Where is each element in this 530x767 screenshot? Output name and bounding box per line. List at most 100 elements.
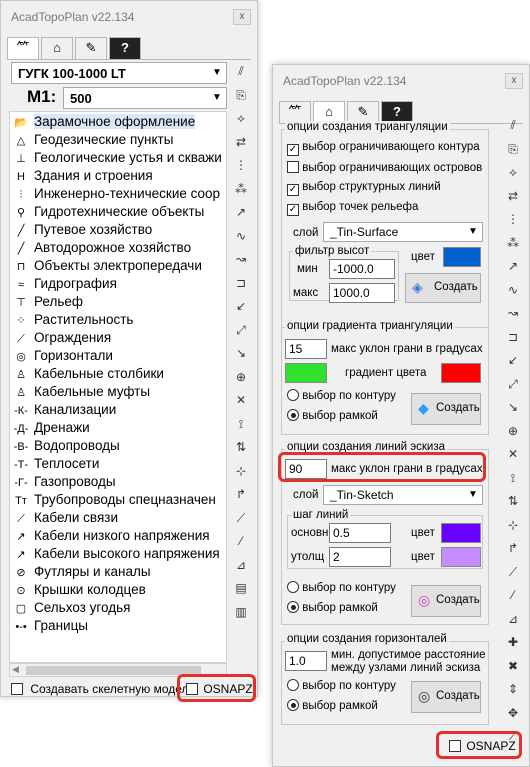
curve-icon[interactable]: ∿ (231, 226, 251, 246)
resize-icon[interactable]: ⤢ (231, 320, 251, 340)
list-item[interactable]: •-• Границы (12, 618, 88, 636)
list-item[interactable]: 📂 Зарамочное оформление (12, 114, 196, 132)
sketch-radio-contour-row[interactable]: выбор по контуру (287, 581, 396, 594)
list-item[interactable]: -Т- Теплосети (12, 456, 99, 474)
scroll-left-icon[interactable]: ◀ (12, 664, 19, 675)
tab-house-icon[interactable]: ⌂ (41, 37, 73, 59)
sort-icon[interactable]: ⇅ (231, 437, 251, 457)
m-select[interactable]: 500 ▼ (63, 87, 227, 109)
cb-contour[interactable]: ✓ (287, 144, 299, 156)
thick-color-swatch[interactable] (441, 547, 481, 567)
list-item[interactable]: ≈ Гидрография (12, 276, 117, 294)
tab-help-icon[interactable]: ? (109, 37, 141, 59)
main-color-swatch[interactable] (441, 523, 481, 543)
plus-icon[interactable]: ✚ (503, 632, 523, 652)
table-icon[interactable]: ▤ (231, 578, 251, 598)
list-item[interactable]: ♙ Кабельные столбики (12, 366, 164, 384)
grid-icon[interactable]: ⊹ (231, 461, 251, 481)
swap-icon[interactable]: ⇄ (503, 186, 523, 206)
skeleton-checkbox-row[interactable]: Создавать скелетную модель (11, 682, 195, 696)
hatch-icon[interactable]: ⫽ (503, 115, 523, 135)
scatter-icon[interactable]: ⁂ (231, 179, 251, 199)
list-item[interactable]: ╱ Автодорожное хозяйство (12, 240, 191, 258)
gradient-end-swatch[interactable] (441, 363, 481, 383)
list-item[interactable]: ↗ Кабели низкого напряжения (12, 528, 209, 546)
cross-icon[interactable]: ✖ (503, 656, 523, 676)
tin-color-swatch[interactable] (443, 247, 481, 267)
contours-radio-frame[interactable] (287, 699, 299, 711)
cb-contour-row[interactable]: ✓ выбор ограничивающего контура (287, 141, 480, 156)
list-item[interactable]: -К- Канализации (12, 402, 116, 420)
sketch-radio-contour[interactable] (287, 581, 299, 593)
cb-structural[interactable]: ✓ (287, 184, 299, 196)
sketch-create-button[interactable]: ◎ Создать (411, 585, 481, 617)
triangle-icon[interactable]: ⊿ (231, 555, 251, 575)
min-input[interactable]: -1000.0 (329, 259, 395, 279)
list-item[interactable]: ⊘ Футляры и каналы (12, 564, 150, 582)
gradient-radio-contour-row[interactable]: выбор по контуру (287, 389, 396, 402)
gradient-radio-frame[interactable] (287, 409, 299, 421)
arrow-icon[interactable]: ↙ (503, 350, 523, 370)
contours-dist-input[interactable]: 1.0 (285, 651, 327, 671)
contours-radio-contour[interactable] (287, 679, 299, 691)
table-icon[interactable]: ▥ (231, 602, 251, 622)
right-close-button[interactable]: x (505, 73, 523, 89)
list-item[interactable]: ⁘ Растительность (12, 312, 133, 330)
list-item[interactable]: ⟋ Ограждения (12, 330, 111, 348)
cb-points-row[interactable]: ✓ выбор точек рельефа (287, 201, 418, 216)
path-icon[interactable]: ↝ (231, 249, 251, 269)
list-item[interactable]: ⚲ Гидротехнические объекты (12, 204, 204, 222)
tab-tree-icon[interactable]: ⺮ (279, 101, 311, 123)
tab-edit-icon[interactable]: ✎ (347, 101, 379, 123)
sort-icon[interactable]: ⇅ (503, 491, 523, 511)
move-icon[interactable]: ✥ (503, 703, 523, 723)
list-item[interactable]: ♙ Кабельные муфты (12, 384, 150, 402)
copy-icon[interactable]: ⎘ (231, 85, 251, 105)
slash-icon[interactable]: ⁄ (503, 585, 523, 605)
list-item[interactable]: Тт Трубопроводы спецназначен (12, 492, 216, 510)
cross-icon[interactable]: ✕ (503, 444, 523, 464)
copy-icon[interactable]: ⎘ (503, 139, 523, 159)
list-item[interactable]: ⊥ Геологические устья и скважи (12, 150, 222, 168)
tab-edit-icon[interactable]: ✎ (75, 37, 107, 59)
scrollbar-thumb[interactable] (26, 666, 201, 675)
list-item[interactable]: -Г- Газопроводы (12, 474, 115, 492)
tab-tree-icon[interactable]: ⺮ (7, 37, 39, 60)
skeleton-checkbox[interactable] (11, 683, 23, 695)
thick-step-input[interactable]: 2 (329, 547, 391, 567)
list-item[interactable]: △ Геодезические пункты (12, 132, 174, 150)
list-item[interactable]: ◎ Горизонтали (12, 348, 113, 366)
cb-points[interactable]: ✓ (287, 204, 299, 216)
list-item[interactable]: Н Здания и строения (12, 168, 153, 186)
list-item[interactable]: ⊤ Рельеф (12, 294, 83, 312)
arrow-icon[interactable]: ↙ (231, 296, 251, 316)
bracket-icon[interactable]: ⊐ (231, 273, 251, 293)
points-icon[interactable]: ⋮ (503, 209, 523, 229)
list-item[interactable]: ⊙ Крышки колодцев (12, 582, 145, 600)
list-item[interactable]: -В- Водопроводы (12, 438, 120, 456)
scatter-icon[interactable]: ⁂ (503, 233, 523, 253)
list-item[interactable]: ╱ Путевое хозяйство (12, 222, 153, 240)
sketch-layer-select[interactable]: _Tin-Sketch ▼ (323, 485, 483, 505)
bracket-icon[interactable]: ⊐ (503, 327, 523, 347)
points-icon[interactable]: ⋮ (231, 155, 251, 175)
list-item[interactable]: ⟋ Кабели связи (12, 510, 118, 528)
line-icon[interactable]: ⟋ (231, 508, 251, 528)
sketch-radio-frame[interactable] (287, 601, 299, 613)
gradient-start-swatch[interactable] (285, 363, 327, 383)
list-item[interactable]: ⊓ Объекты электропередачи (12, 258, 202, 276)
grid-icon[interactable]: ⊹ (503, 515, 523, 535)
sketch-radio-frame-row[interactable]: выбор рамкой (287, 601, 378, 614)
tin-create-button[interactable]: ◈ Создать (405, 273, 481, 303)
plus-icon[interactable]: ⊕ (231, 367, 251, 387)
tab-help-icon[interactable]: ? (381, 101, 413, 123)
updown-icon[interactable]: ⇕ (503, 679, 523, 699)
tin-layer-select[interactable]: _Tin-Surface ▼ (323, 222, 483, 242)
arrow-icon[interactable]: ↘ (231, 343, 251, 363)
cb-structural-row[interactable]: ✓ выбор структурных линий (287, 181, 441, 196)
gradient-radio-contour[interactable] (287, 389, 299, 401)
contours-radio-contour-row[interactable]: выбор по контуру (287, 679, 396, 692)
tool-icon[interactable]: ⟟ (503, 468, 523, 488)
line-icon[interactable]: ⟋ (503, 562, 523, 582)
swap-icon[interactable]: ⇄ (231, 132, 251, 152)
